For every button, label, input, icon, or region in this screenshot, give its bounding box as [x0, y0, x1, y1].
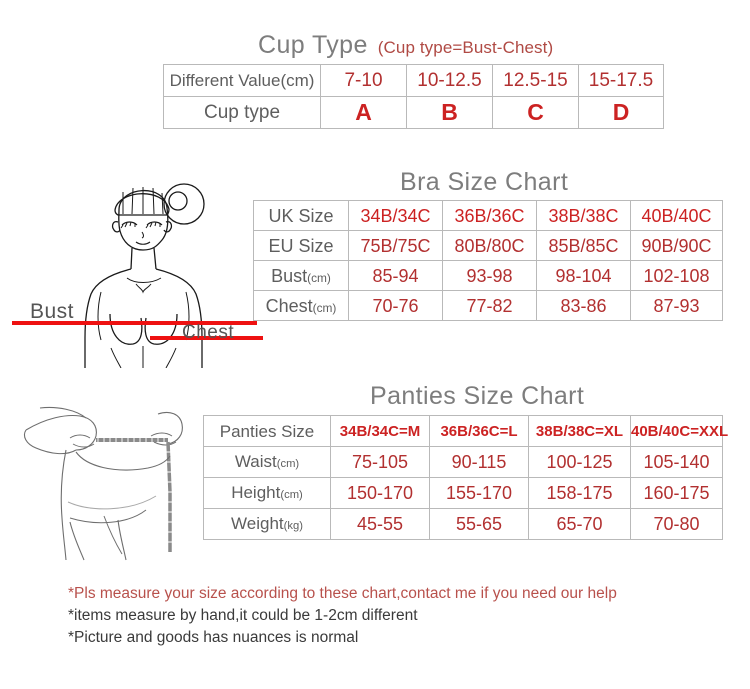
cup-value-cell: 15-17.5: [578, 64, 664, 97]
cup-value-cell: 10-12.5: [406, 64, 493, 97]
footer-notes: *Pls measure your size according to thes…: [68, 583, 728, 649]
bra-value-cell: 36B/36C: [442, 200, 537, 231]
panties-row-label: Height(cm): [203, 477, 331, 509]
bra-value-cell: 85-94: [348, 260, 443, 291]
panties-value-cell: 75-105: [330, 446, 430, 478]
panties-row-label: Weight(kg): [203, 508, 331, 540]
bra-row-label: Chest(cm): [253, 290, 349, 321]
cup-value-cell: A: [320, 96, 407, 129]
table-row: Waist(cm) 75-105 90-115 100-125 105-140: [203, 446, 723, 478]
panties-value-cell: 70-80: [630, 508, 723, 540]
table-row: EU Size 75B/75C 80B/80C 85B/85C 90B/90C: [253, 230, 723, 261]
size-chart-canvas: Cup Type (Cup type=Bust-Chest) Different…: [0, 0, 750, 689]
panties-value-cell: 100-125: [528, 446, 631, 478]
cup-value-cell: 7-10: [320, 64, 407, 97]
cup-value-cell: D: [578, 96, 664, 129]
bra-value-cell: 34B/34C: [348, 200, 443, 231]
panties-value-cell: 65-70: [528, 508, 631, 540]
panties-header-cell: 38B/38C=XL: [528, 415, 631, 447]
cup-type-title: Cup Type: [258, 31, 368, 59]
bra-value-cell: 75B/75C: [348, 230, 443, 261]
bra-value-cell: 77-82: [442, 290, 537, 321]
panties-title-row: Panties Size Chart: [370, 382, 584, 411]
bra-value-cell: 40B/40C: [630, 200, 723, 231]
cup-value-cell: B: [406, 96, 493, 129]
bra-value-cell: 98-104: [536, 260, 631, 291]
panties-row-unit: (cm): [280, 489, 303, 502]
table-row: Bust(cm) 85-94 93-98 98-104 102-108: [253, 260, 723, 291]
bra-row-label-text: EU Size: [268, 235, 334, 256]
waist-measure-illustration: [18, 392, 213, 562]
cup-value-cell: 12.5-15: [492, 64, 579, 97]
cup-row-label: Cup type: [163, 96, 321, 129]
table-row: Weight(kg) 45-55 55-65 65-70 70-80: [203, 508, 723, 540]
bra-value-cell: 70-76: [348, 290, 443, 321]
bra-value-cell: 38B/38C: [536, 200, 631, 231]
bra-row-label: UK Size: [253, 200, 349, 231]
chest-label: Chest: [182, 322, 235, 343]
cup-row-label: Different Value(cm): [163, 64, 321, 97]
bra-row-label-text: Chest: [265, 295, 313, 316]
panties-row-label-text: Height: [231, 483, 281, 503]
note-line: *Picture and goods has nuances is normal: [68, 629, 359, 646]
note-line: *items measure by hand,it could be 1-2cm…: [68, 607, 418, 624]
table-row: Cup type A B C D: [163, 96, 664, 129]
panties-header-cell: 36B/36C=L: [429, 415, 529, 447]
panties-size-table: Panties Size 34B/34C=M 36B/36C=L 38B/38C…: [203, 415, 728, 540]
bra-size-table: UK Size 34B/34C 36B/36C 38B/38C 40B/40C …: [253, 200, 723, 321]
panties-row-label-text: Weight: [231, 514, 284, 534]
table-row: Panties Size 34B/34C=M 36B/36C=L 38B/38C…: [203, 415, 728, 447]
cup-type-subtitle: (Cup type=Bust-Chest): [377, 38, 554, 57]
table-row: Chest(cm) 70-76 77-82 83-86 87-93: [253, 290, 723, 321]
bra-value-cell: 93-98: [442, 260, 537, 291]
cup-type-table: Different Value(cm) 7-10 10-12.5 12.5-15…: [163, 64, 664, 129]
table-row: UK Size 34B/34C 36B/36C 38B/38C 40B/40C: [253, 200, 723, 231]
panties-header-label: Panties Size: [203, 415, 331, 447]
panties-value-cell: 150-170: [330, 477, 430, 509]
table-row: Height(cm) 150-170 155-170 158-175 160-1…: [203, 477, 723, 509]
table-row: Different Value(cm) 7-10 10-12.5 12.5-15…: [163, 64, 664, 97]
panties-value-cell: 155-170: [429, 477, 529, 509]
bra-row-label-text: Bust: [271, 265, 308, 286]
panties-row-label-text: Waist: [234, 452, 277, 472]
bra-row-unit: (cm): [312, 300, 337, 315]
bra-value-cell: 90B/90C: [630, 230, 723, 261]
cup-type-title-row: Cup Type (Cup type=Bust-Chest): [258, 31, 553, 60]
panties-row-unit: (kg): [283, 520, 303, 533]
bra-row-unit: (cm): [307, 270, 331, 285]
bra-value-cell: 102-108: [630, 260, 723, 291]
bra-row-label-text: UK Size: [268, 205, 334, 226]
bra-chart-title: Bra Size Chart: [400, 168, 569, 196]
panties-value-cell: 45-55: [330, 508, 430, 540]
panties-value-cell: 158-175: [528, 477, 631, 509]
note-line: *Pls measure your size according to thes…: [68, 585, 617, 602]
panties-row-label: Waist(cm): [203, 446, 331, 478]
bra-title-row: Bra Size Chart: [400, 168, 568, 197]
bra-row-label: Bust(cm): [253, 260, 349, 291]
panties-value-cell: 160-175: [630, 477, 723, 509]
bra-value-cell: 85B/85C: [536, 230, 631, 261]
bra-value-cell: 83-86: [536, 290, 631, 321]
panties-row-unit: (cm): [276, 458, 300, 471]
panties-value-cell: 105-140: [630, 446, 723, 478]
bra-value-cell: 87-93: [630, 290, 723, 321]
bra-row-label: EU Size: [253, 230, 349, 261]
cup-value-cell: C: [492, 96, 579, 129]
panties-chart-title: Panties Size Chart: [370, 382, 585, 410]
bra-value-cell: 80B/80C: [442, 230, 537, 261]
panties-header-cell: 40B/40C=XXL: [630, 415, 728, 447]
panties-header-cell: 34B/34C=M: [330, 415, 430, 447]
bust-label: Bust: [30, 300, 75, 323]
panties-value-cell: 55-65: [429, 508, 529, 540]
panties-value-cell: 90-115: [429, 446, 529, 478]
